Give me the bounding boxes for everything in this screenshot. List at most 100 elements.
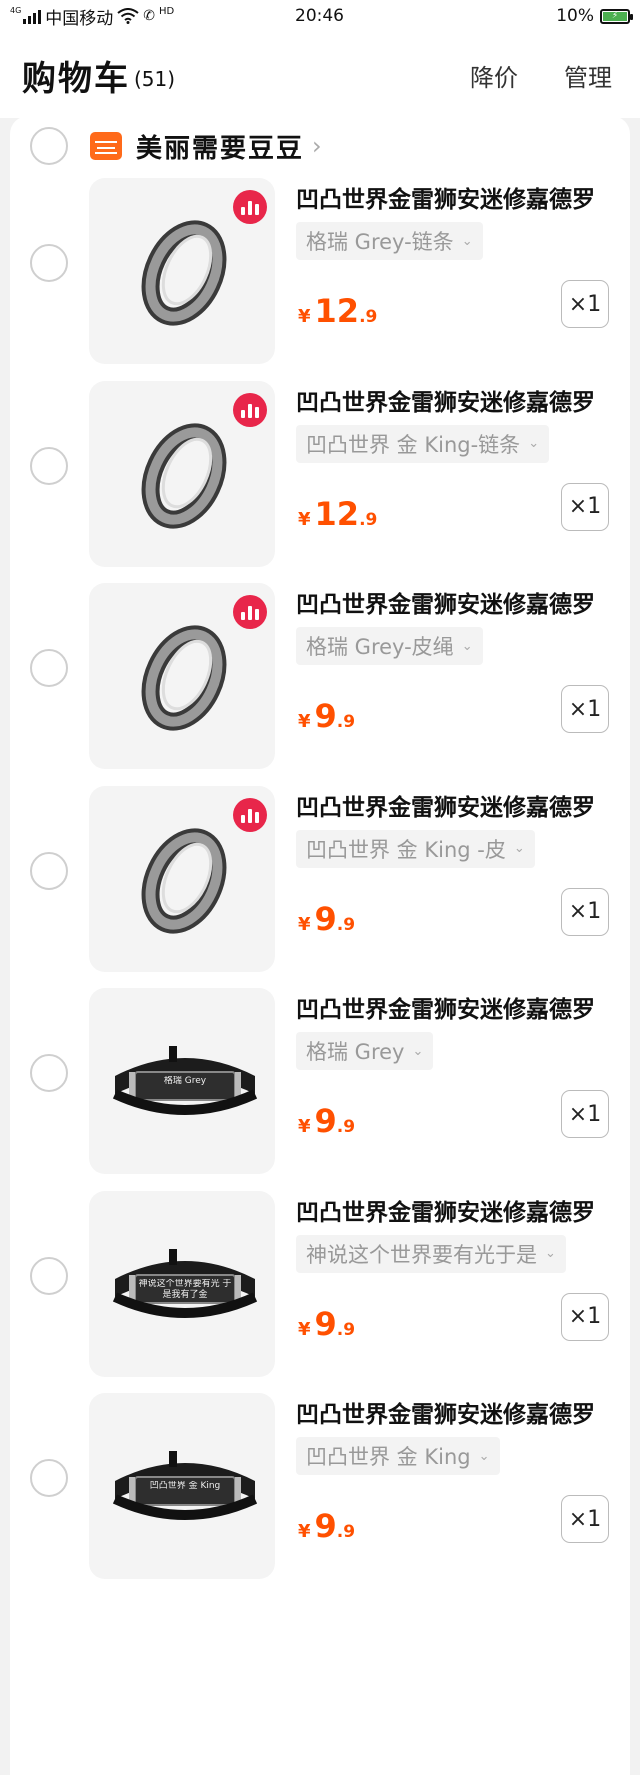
status-bar: 4G 中国移动 ✆ HD 20:46 10% ⚡: [0, 0, 640, 32]
network-type: 4G: [10, 5, 22, 15]
carrier-name: 中国移动: [45, 8, 114, 29]
engraving-text: 凹凸世界 金 King: [149, 1481, 221, 1491]
price-decimal: .9: [336, 712, 356, 732]
stats-badge-icon: [233, 190, 267, 224]
header-actions: 降价 管理: [470, 58, 618, 93]
variant-selector[interactable]: 格瑞 Grey ⌄: [296, 1032, 434, 1070]
ring-image: [141, 625, 227, 731]
item-price: ¥ 9 .9: [298, 1305, 355, 1343]
item-title[interactable]: 凹凸世界金雷狮安迷修嘉德罗: [296, 990, 626, 1024]
ring-image: [141, 827, 227, 934]
variant-label: 凹凸世界 金 King -皮: [306, 837, 506, 862]
item-select-radio[interactable]: [30, 649, 68, 687]
item-title[interactable]: 凹凸世界金雷狮安迷修嘉德罗: [296, 1395, 626, 1429]
shop-select-radio[interactable]: [30, 127, 68, 165]
engraving-text: 格瑞 Grey: [163, 1076, 207, 1086]
ring-image: [141, 422, 227, 529]
shop-name[interactable]: 美丽需要豆豆: [136, 128, 304, 165]
price-decimal: .9: [359, 509, 378, 530]
cart-item: 凹凸世界金雷狮安迷修嘉德罗 凹凸世界 金 King -皮 ⌄ ¥ 9 .9 ×1: [10, 778, 630, 972]
item-price: ¥ 9 .9: [298, 900, 355, 938]
variant-selector[interactable]: 神说这个世界要有光于是 ⌄: [296, 1234, 566, 1273]
product-image[interactable]: 神说这个世界要有光 于是我有了金: [89, 1190, 275, 1377]
price-decimal: .9: [336, 1522, 356, 1542]
quantity-button[interactable]: ×1: [561, 887, 609, 936]
cart-item: 凹凸世界金雷狮安迷修嘉德罗 凹凸世界 金 King-链条 ⌄ ¥ 12 .9 ×…: [10, 373, 630, 567]
item-select-radio[interactable]: [30, 244, 68, 282]
price-decimal: .9: [336, 1319, 356, 1340]
product-image[interactable]: 格瑞 Grey: [89, 988, 275, 1174]
price-integer: 12: [314, 292, 360, 330]
manage-button[interactable]: 管理: [564, 58, 612, 93]
status-right: 10% ⚡: [556, 6, 633, 26]
variant-selector[interactable]: 格瑞 Grey-皮绳 ⌄: [296, 627, 483, 665]
product-image[interactable]: 凹凸世界 金 King: [89, 1393, 275, 1579]
variant-selector[interactable]: 凹凸世界 金 King ⌄: [296, 1437, 500, 1475]
shop-row[interactable]: 美丽需要豆豆 ›: [10, 116, 630, 176]
engraving-text: 神说这个世界要有光 于是我有了金: [138, 1278, 232, 1300]
chevron-down-icon: ⌄: [528, 436, 540, 451]
variant-selector[interactable]: 凹凸世界 金 King-链条 ⌄: [296, 424, 550, 463]
price-integer: 9: [314, 1102, 337, 1140]
currency-symbol: ¥: [298, 1318, 311, 1340]
quantity-button[interactable]: ×1: [561, 685, 609, 733]
item-select-radio[interactable]: [30, 1256, 68, 1295]
variant-label: 凹凸世界 金 King-链条: [306, 432, 521, 457]
variant-selector[interactable]: 凹凸世界 金 King -皮 ⌄: [296, 829, 535, 868]
product-image[interactable]: [89, 178, 275, 364]
variant-label: 凹凸世界 金 King: [306, 1445, 471, 1469]
item-title[interactable]: 凹凸世界金雷狮安迷修嘉德罗: [296, 788, 626, 822]
cart-item: 神说这个世界要有光 于是我有了金 凹凸世界金雷狮安迷修嘉德罗 神说这个世界要有光…: [10, 1183, 630, 1377]
battery-icon: ⚡: [600, 8, 633, 24]
stats-badge-icon: [233, 797, 267, 832]
item-price: ¥ 9 .9: [298, 1507, 355, 1545]
item-title[interactable]: 凹凸世界金雷狮安迷修嘉德罗: [296, 585, 626, 619]
variant-label: 格瑞 Grey-皮绳: [306, 635, 454, 659]
item-select-radio[interactable]: [30, 1459, 68, 1497]
chevron-right-icon: ›: [312, 132, 322, 160]
stats-badge-icon: [233, 595, 267, 629]
currency-symbol: ¥: [298, 913, 311, 935]
chevron-down-icon: ⌄: [545, 1246, 556, 1261]
shop-icon: [90, 132, 122, 160]
quantity-button[interactable]: ×1: [561, 482, 609, 531]
cart-item: 凹凸世界金雷狮安迷修嘉德罗 格瑞 Grey-皮绳 ⌄ ¥ 9 .9 ×1: [10, 575, 630, 769]
item-title[interactable]: 凹凸世界金雷狮安迷修嘉德罗: [296, 180, 626, 214]
item-title[interactable]: 凹凸世界金雷狮安迷修嘉德罗: [296, 1193, 626, 1227]
quantity-button[interactable]: ×1: [561, 1495, 609, 1543]
phone-icon: ✆: [143, 8, 156, 24]
cart-item: 格瑞 Grey 凹凸世界金雷狮安迷修嘉德罗 格瑞 Grey ⌄ ¥ 9 .9 ×…: [10, 980, 630, 1174]
currency-symbol: ¥: [298, 1521, 311, 1542]
price-drop-button[interactable]: 降价: [470, 58, 518, 93]
item-title[interactable]: 凹凸世界金雷狮安迷修嘉德罗: [296, 383, 626, 417]
ring-image: [141, 220, 227, 326]
currency-symbol: ¥: [298, 1116, 311, 1137]
price-integer: 9: [314, 1304, 337, 1343]
price-integer: 12: [314, 494, 360, 533]
quantity-button[interactable]: ×1: [561, 280, 609, 328]
variant-selector[interactable]: 格瑞 Grey-链条 ⌄: [296, 222, 483, 260]
chevron-down-icon: ⌄: [461, 233, 473, 249]
stats-badge-icon: [233, 392, 267, 427]
quantity-button[interactable]: ×1: [561, 1090, 609, 1138]
cart-header: 购物车 (51) 降价 管理: [0, 32, 640, 118]
product-image[interactable]: [89, 785, 275, 972]
price-decimal: .9: [336, 1117, 356, 1137]
currency-symbol: ¥: [298, 711, 311, 732]
hd-label: HD: [159, 5, 175, 17]
quantity-button[interactable]: ×1: [561, 1292, 609, 1341]
price-decimal: .9: [359, 307, 378, 327]
status-left: 4G 中国移动 ✆ HD: [10, 4, 174, 29]
wifi-icon: [117, 8, 139, 24]
price-integer: 9: [314, 697, 337, 735]
item-select-radio[interactable]: [30, 446, 68, 485]
item-price: ¥ 9 .9: [298, 697, 355, 735]
item-select-radio[interactable]: [30, 1054, 68, 1092]
product-image[interactable]: [89, 380, 275, 567]
page-title: 购物车: [22, 58, 130, 99]
product-image[interactable]: [89, 583, 275, 769]
cart-item: 凹凸世界金雷狮安迷修嘉德罗 格瑞 Grey-链条 ⌄ ¥ 12 .9 ×1: [10, 170, 630, 364]
item-price: ¥ 9 .9: [298, 1102, 355, 1140]
item-select-radio[interactable]: [30, 851, 68, 890]
cart-count: (51): [134, 67, 176, 91]
